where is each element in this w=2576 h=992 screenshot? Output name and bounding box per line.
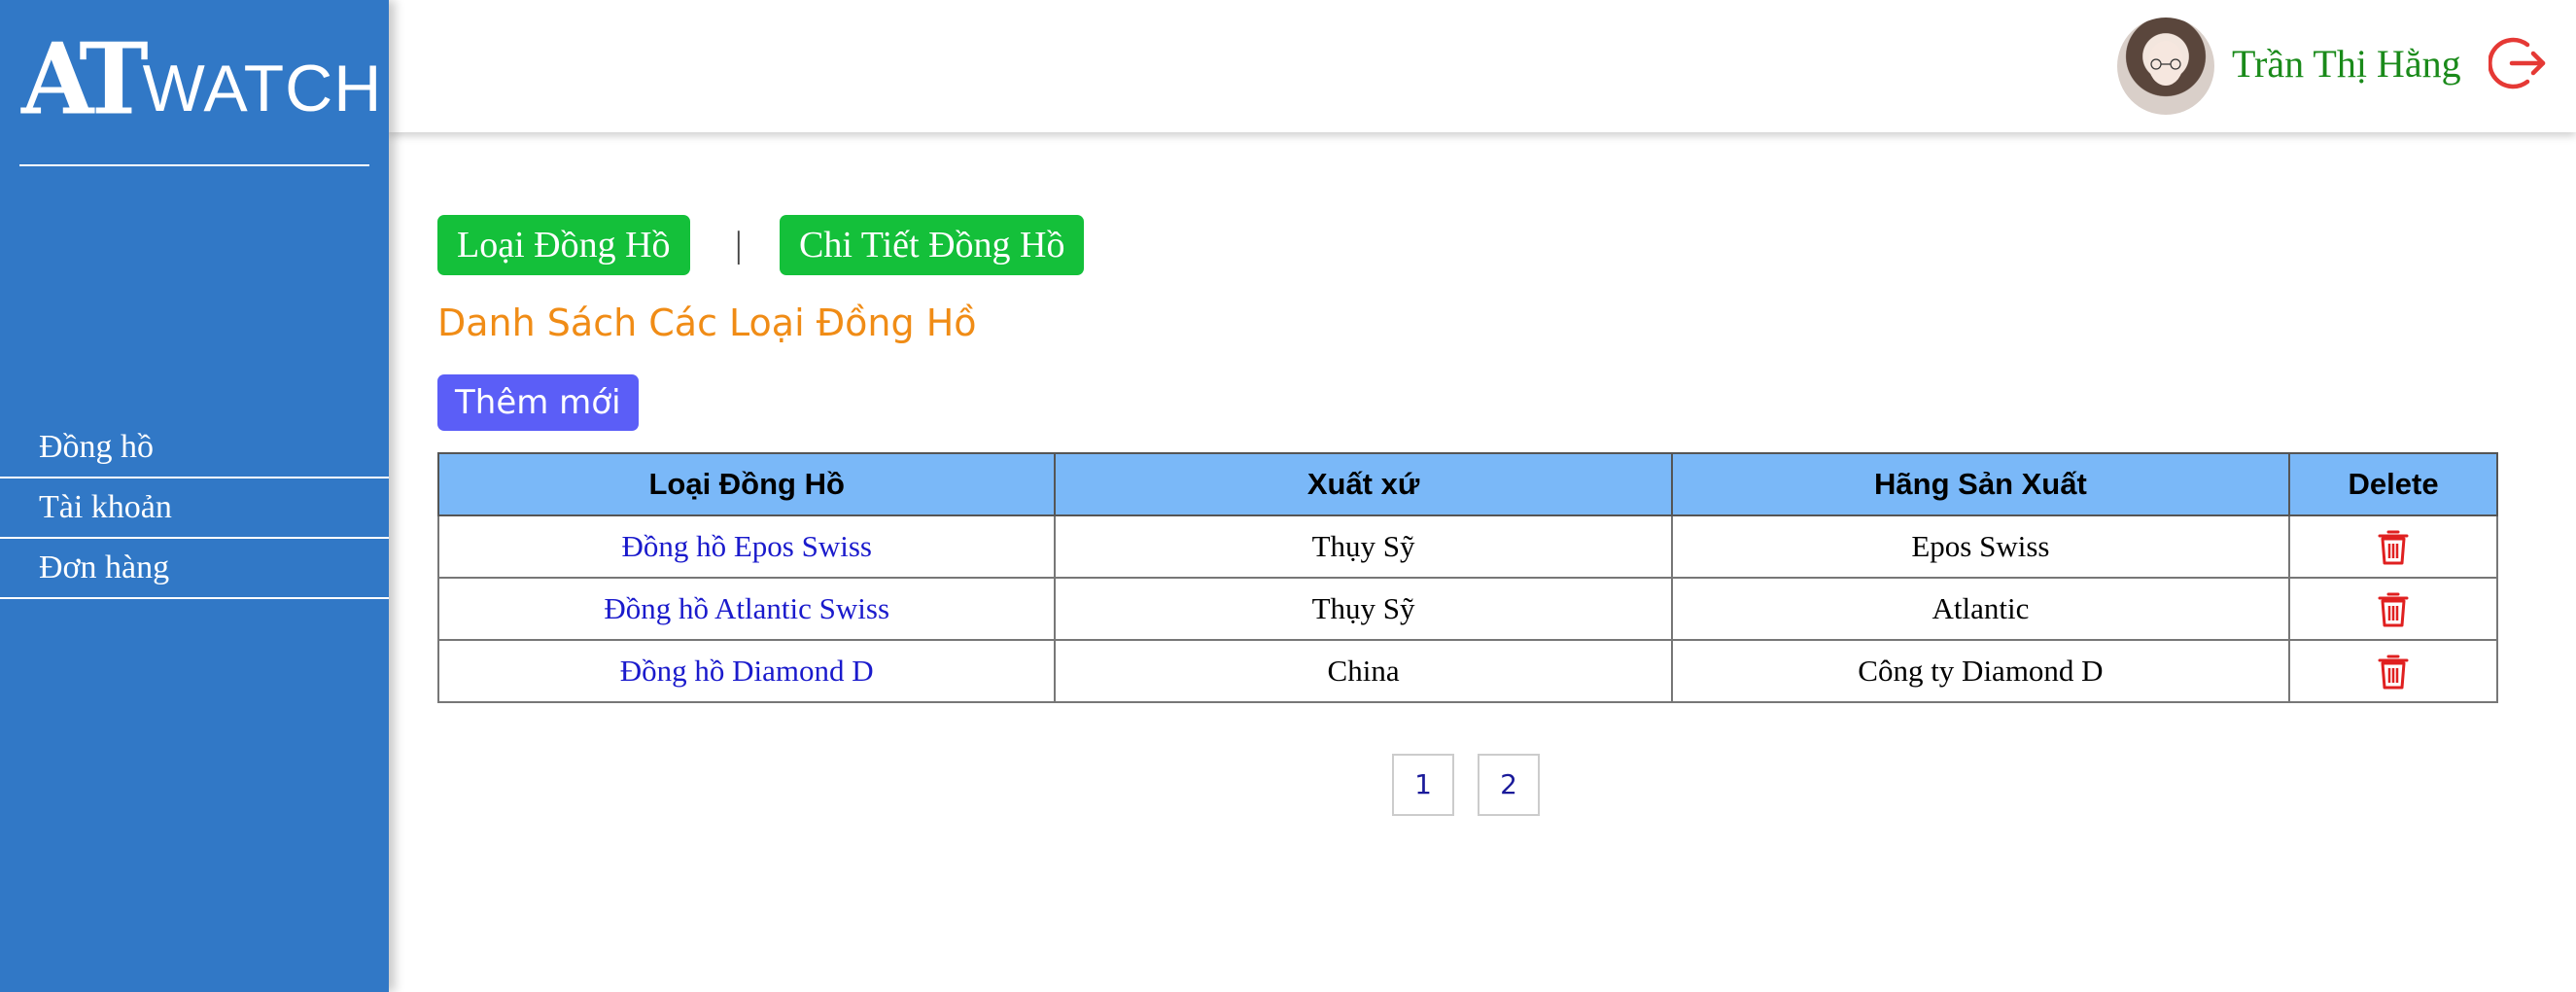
logo-text: WATCH [142,52,383,125]
column-header-type: Loại Đồng Hồ [436,452,1057,516]
logo-mark: AT [21,21,149,137]
maker-cell: Atlantic [1670,577,2291,641]
table-row: Đồng hồ Epos Swiss Thụy Sỹ Epos Swiss [436,514,2498,579]
delete-cell [2288,639,2498,703]
watch-type-link[interactable]: Đồng hồ Epos Swiss [436,514,1057,579]
logout-icon[interactable] [2489,33,2549,93]
username[interactable]: Trần Thị Hằng [2232,39,2461,89]
trash-icon[interactable] [2377,529,2410,566]
origin-cell: Thụy Sỹ [1054,577,1673,641]
sidebar-nav: Đồng hồ Tài khoản Đơn hàng [0,418,389,599]
column-header-origin: Xuất xứ [1054,452,1673,516]
tab-watch-details[interactable]: Chi Tiết Đồng Hồ [780,215,1085,275]
table-row: Đồng hồ Diamond D China Công ty Diamond … [436,639,2498,703]
top-header: Trần Thị Hằng [389,0,2576,132]
sidebar: AT WATCH Đồng hồ Tài khoản Đơn hàng [0,0,389,992]
watch-type-link[interactable]: Đồng hồ Atlantic Swiss [436,577,1057,641]
sidebar-item-watches[interactable]: Đồng hồ [0,418,389,478]
delete-cell [2288,577,2498,641]
maker-cell: Công ty Diamond D [1670,639,2291,703]
watch-type-link[interactable]: Đồng hồ Diamond D [436,639,1057,703]
sidebar-item-orders[interactable]: Đơn hàng [0,539,389,599]
trash-icon[interactable] [2377,591,2410,628]
brand-logo[interactable]: AT WATCH [21,21,381,137]
origin-cell: Thụy Sỹ [1054,514,1673,579]
logo-divider [19,164,369,166]
avatar[interactable] [2117,18,2214,115]
column-header-delete: Delete [2288,452,2498,516]
table-header-row: Loại Đồng Hồ Xuất xứ Hãng Sản Xuất Delet… [436,452,2498,516]
avatar-glasses [2150,58,2181,70]
pagination-page-1[interactable]: 1 [1392,754,1454,816]
watch-types-table: Loại Đồng Hồ Xuất xứ Hãng Sản Xuất Delet… [436,452,2498,703]
tab-separator: | [735,225,743,266]
origin-cell: China [1054,639,1673,703]
page-title: Danh Sách Các Loại Đồng Hồ [437,301,977,344]
tab-watch-types[interactable]: Loại Đồng Hồ [437,215,690,275]
column-header-maker: Hãng Sản Xuất [1670,452,2291,516]
sidebar-item-accounts[interactable]: Tài khoản [0,478,389,539]
trash-icon[interactable] [2377,654,2410,691]
maker-cell: Epos Swiss [1670,514,2291,579]
table-row: Đồng hồ Atlantic Swiss Thụy Sỹ Atlantic [436,577,2498,641]
add-new-button[interactable]: Thêm mới [437,374,639,431]
delete-cell [2288,514,2498,579]
pagination-page-2[interactable]: 2 [1478,754,1540,816]
